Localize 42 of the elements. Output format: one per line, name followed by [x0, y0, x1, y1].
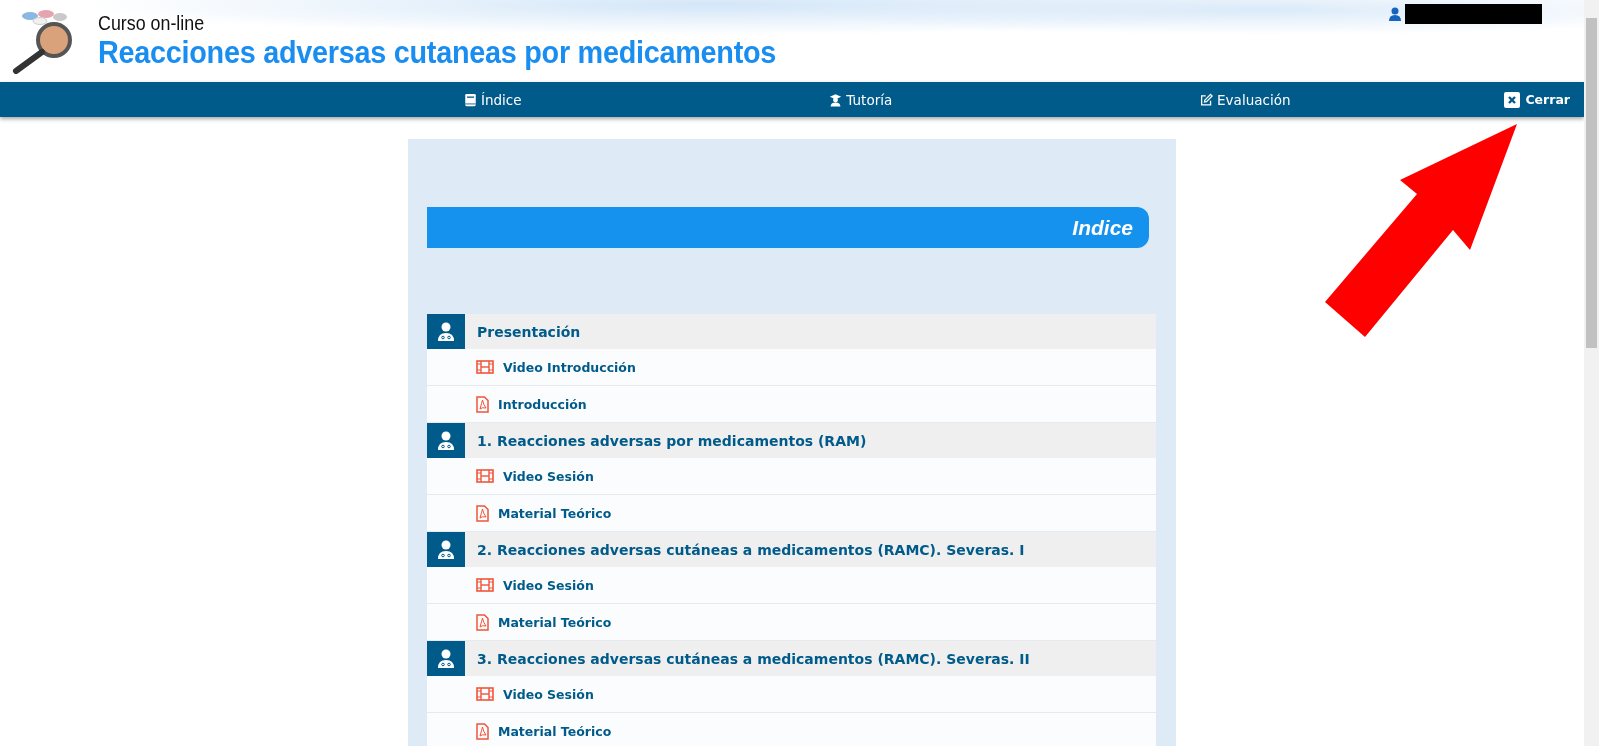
user-icon[interactable] — [1389, 7, 1401, 21]
section-title[interactable]: 2. Reacciones adversas cutáneas a medicamentos (RAMC). Severas. I — [465, 541, 1025, 558]
pdf-file-icon — [476, 722, 489, 740]
index-heading: Indice — [427, 207, 1149, 248]
scrollbar[interactable] — [1584, 0, 1599, 746]
lesson-link[interactable]: Video Introducción — [503, 359, 636, 375]
close-link[interactable]: Cerrar — [1444, 91, 1584, 108]
doctor-icon — [437, 648, 455, 669]
edit-icon — [1200, 92, 1214, 107]
section-title[interactable]: 3. Reacciones adversas cutáneas a medicamentos (RAMC). Severas. II — [465, 650, 1030, 667]
course-kicker: Curso on-line — [98, 11, 206, 35]
film-icon — [476, 360, 494, 374]
section-title[interactable]: 1. Reacciones adversas por medicamentos (RAM) — [465, 432, 867, 449]
lesson-link[interactable]: Introducción — [498, 396, 587, 412]
doctor-icon — [437, 539, 455, 560]
nav-link[interactable]: Índice — [463, 91, 522, 108]
lesson-link[interactable]: Video Sesión — [503, 686, 594, 702]
nav-link[interactable]: Evaluación — [1200, 91, 1291, 108]
pdf-file-icon — [476, 395, 489, 413]
lesson-link[interactable]: Material Teórico — [498, 614, 612, 630]
lesson-link[interactable]: Video Sesión — [503, 577, 594, 593]
pdf-file-icon — [476, 504, 489, 522]
section-row[interactable]: Presentación — [427, 314, 1156, 349]
book-icon — [463, 92, 477, 107]
doctor-icon — [437, 430, 455, 451]
doctor-icon — [437, 321, 455, 342]
section-row[interactable]: 1. Reacciones adversas por medicamentos (RAM) — [427, 423, 1156, 458]
lesson-link[interactable]: Video Sesión — [503, 468, 594, 484]
film-icon — [476, 687, 494, 701]
film-icon — [476, 469, 494, 483]
graduate-icon — [829, 92, 843, 107]
lesson-link[interactable]: Material Teórico — [498, 723, 612, 739]
section-title[interactable]: Presentación — [465, 323, 581, 340]
close-icon — [1504, 91, 1521, 108]
lesson-link[interactable]: Material Teórico — [498, 505, 612, 521]
film-icon — [476, 578, 494, 592]
section-row[interactable]: 3. Reacciones adversas cutáneas a medicamentos (RAMC). Severas. II — [427, 641, 1156, 676]
scrollbar-thumb[interactable] — [1586, 18, 1597, 348]
section-row[interactable]: 2. Reacciones adversas cutáneas a medicamentos (RAMC). Severas. I — [427, 532, 1156, 567]
pdf-file-icon — [476, 613, 489, 631]
course-title: Reacciones adversas cutaneas por medicamentos — [98, 35, 777, 71]
nav-link[interactable]: Tutoría — [829, 91, 893, 108]
